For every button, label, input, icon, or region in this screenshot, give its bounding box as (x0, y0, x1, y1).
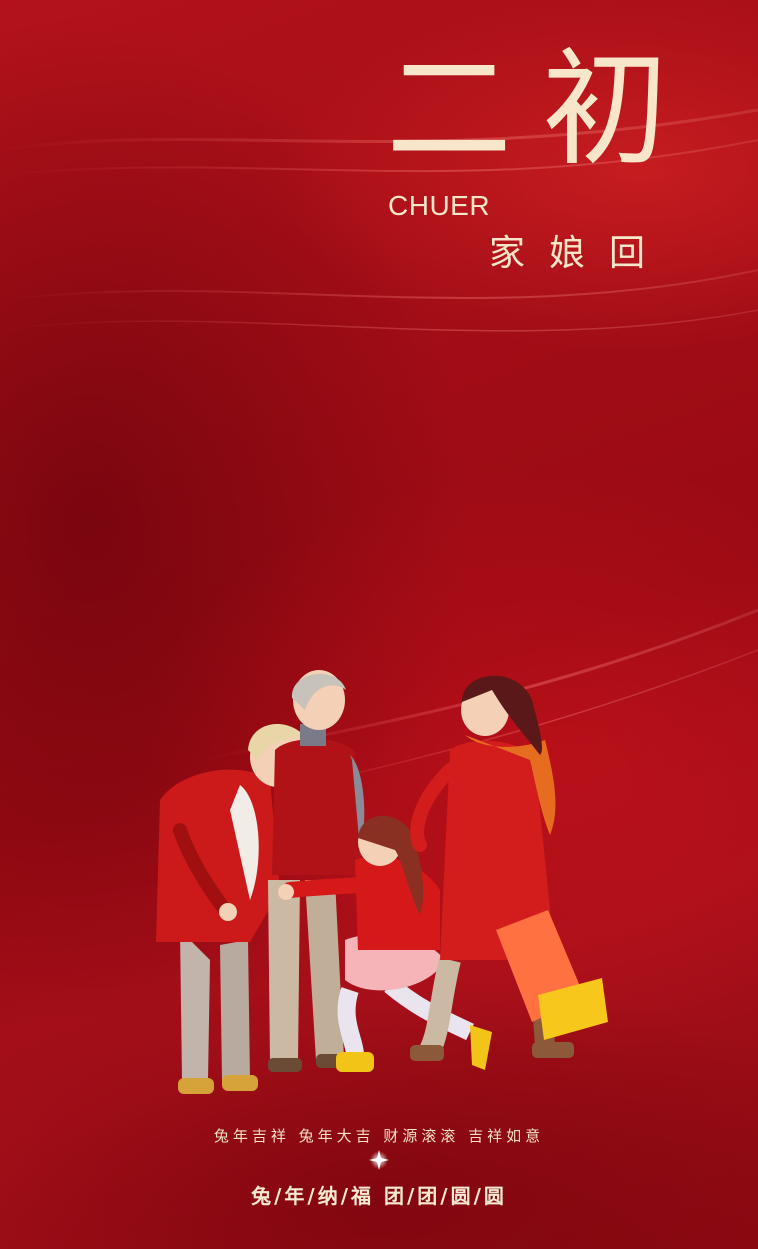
slogan-line-1: 兔年吉祥 兔年大吉 财源滚滚 吉祥如意 (213, 1127, 545, 1145)
poster: 二初 CHUER 家娘回 兔年吉祥 兔年大吉 财源滚滚 吉祥如意 兔/年/纳/福… (0, 0, 758, 1249)
mother-figure (410, 675, 608, 1061)
family-illustration (156, 670, 608, 1094)
title-sub: 家娘回 (489, 233, 670, 274)
sparkle-icon (369, 1150, 389, 1170)
slogan-line-2: 兔/年/纳/福 团/团/圆/圆 (251, 1184, 507, 1208)
title-pinyin: CHUER (388, 190, 491, 221)
title-main: 二初 (386, 36, 698, 183)
decorative-divider (186, 1150, 572, 1170)
